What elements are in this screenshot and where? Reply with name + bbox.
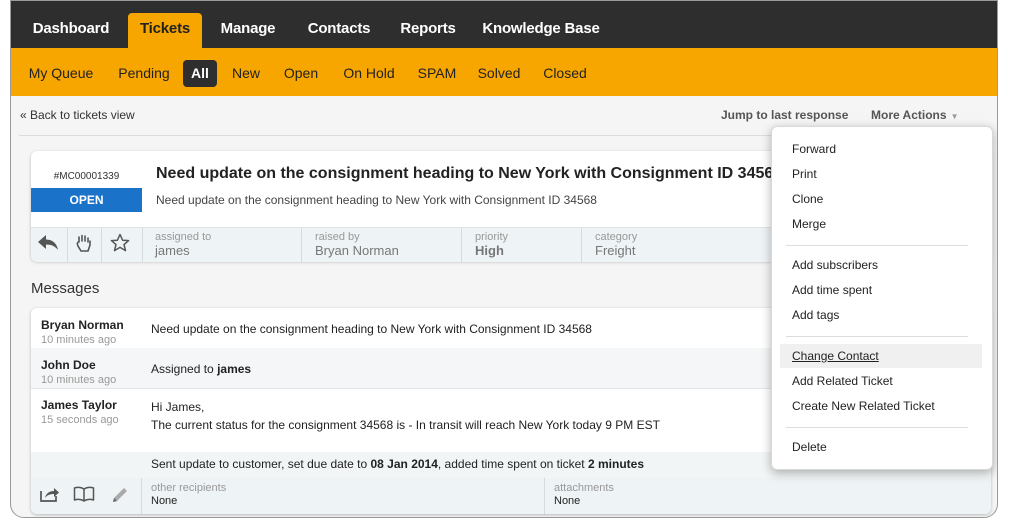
meta-separator xyxy=(581,228,582,262)
subnav-pending[interactable]: Pending xyxy=(111,60,177,87)
meta-separator xyxy=(301,228,302,262)
footer-separator xyxy=(544,478,545,514)
back-to-tickets-link[interactable]: « Back to tickets view xyxy=(20,108,135,122)
category-label: category xyxy=(595,231,638,243)
ticket-title: Need update on the consignment heading t… xyxy=(156,165,783,182)
more-actions-label: More Actions xyxy=(871,108,947,122)
app-window: Dashboard Tickets Manage Contacts Report… xyxy=(10,0,998,518)
nav-reports[interactable]: Reports xyxy=(391,13,465,48)
footer-separator xyxy=(141,478,142,514)
attachments-value: None xyxy=(554,495,581,507)
message-footer: other recipients None attachments None xyxy=(31,478,991,514)
reply-icon[interactable] xyxy=(35,233,61,257)
raised-by-value: Bryan Norman xyxy=(315,243,399,258)
nav-knowledge-base[interactable]: Knowledge Base xyxy=(477,13,605,48)
notice-prefix: Sent update to customer, set due date to xyxy=(151,457,368,471)
menu-separator xyxy=(786,427,968,428)
notice-duration: 2 minutes xyxy=(588,457,645,471)
menu-item-clone[interactable]: Clone xyxy=(780,187,982,211)
meta-separator xyxy=(67,228,68,262)
menu-item-add-tags[interactable]: Add tags xyxy=(780,303,982,327)
assigned-to-value: james xyxy=(155,243,190,258)
ticket-subtitle: Need update on the consignment heading t… xyxy=(156,193,597,207)
caret-down-icon: ▼ xyxy=(950,112,959,121)
other-recipients-value: None xyxy=(151,495,178,507)
status-badge: OPEN xyxy=(31,188,142,212)
message-body-line: Hi James, xyxy=(151,400,205,414)
raised-by-field: raised by Bryan Norman xyxy=(315,231,399,258)
ticket-id: #MC00001339 xyxy=(53,171,120,182)
share-icon[interactable] xyxy=(37,485,63,507)
message-author: James Taylor xyxy=(41,398,117,412)
top-nav: Dashboard Tickets Manage Contacts Report… xyxy=(11,1,997,48)
priority-label: priority xyxy=(475,231,509,243)
raised-by-label: raised by xyxy=(315,231,360,243)
message-time: 10 minutes ago xyxy=(41,334,117,346)
category-value: Freight xyxy=(595,243,636,258)
attachments-field[interactable]: attachments None xyxy=(554,482,614,508)
message-author: John Doe xyxy=(41,358,96,372)
pencil-icon[interactable] xyxy=(107,485,133,507)
message-assignee: james xyxy=(217,362,252,376)
message-body: Hi James, The current status for the con… xyxy=(151,398,660,434)
message-time: 10 minutes ago xyxy=(41,374,117,386)
other-recipients-field[interactable]: other recipients None xyxy=(151,482,226,508)
priority-field[interactable]: priority High xyxy=(475,231,508,258)
menu-item-print[interactable]: Print xyxy=(780,162,982,186)
message-author: Bryan Norman xyxy=(41,318,124,332)
assigned-to-label: assigned to xyxy=(155,231,212,243)
message-body-line: The current status for the consignment 3… xyxy=(151,418,660,432)
message-body: Need update on the consignment heading t… xyxy=(151,322,592,336)
nav-dashboard[interactable]: Dashboard xyxy=(23,13,119,48)
grab-hand-icon[interactable] xyxy=(71,233,97,257)
meta-separator xyxy=(142,228,143,262)
other-recipients-label: other recipients xyxy=(151,482,227,494)
menu-item-change-contact[interactable]: Change Contact xyxy=(780,344,982,368)
star-icon[interactable] xyxy=(107,233,133,257)
notice-middle: , added time spent on ticket xyxy=(437,457,585,471)
menu-item-add-time-spent[interactable]: Add time spent xyxy=(780,278,982,302)
nav-tickets[interactable]: Tickets xyxy=(128,13,202,48)
priority-value: High xyxy=(475,243,504,258)
nav-manage[interactable]: Manage xyxy=(211,13,285,48)
jump-to-last-response-link[interactable]: Jump to last response xyxy=(721,108,848,122)
subnav-my-queue[interactable]: My Queue xyxy=(23,60,99,87)
subnav-on-hold[interactable]: On Hold xyxy=(337,60,401,87)
assigned-to-field[interactable]: assigned to james xyxy=(155,231,211,258)
menu-item-add-related-ticket[interactable]: Add Related Ticket xyxy=(780,369,982,393)
attachments-label: attachments xyxy=(554,482,614,494)
message-body-prefix: Assigned to xyxy=(151,362,214,376)
nav-contacts[interactable]: Contacts xyxy=(299,13,379,48)
message-time: 15 seconds ago xyxy=(41,414,119,426)
book-icon[interactable] xyxy=(71,485,97,507)
menu-item-forward[interactable]: Forward xyxy=(780,137,982,161)
subnav-closed[interactable]: Closed xyxy=(537,60,593,87)
activity-notice-text: Sent update to customer, set due date to… xyxy=(151,457,644,471)
subnav-all[interactable]: All xyxy=(183,60,217,87)
subnav-solved[interactable]: Solved xyxy=(473,60,525,87)
menu-item-delete[interactable]: Delete xyxy=(780,435,982,459)
more-actions-button[interactable]: More Actions ▼ xyxy=(871,108,958,122)
sub-nav: My Queue Pending All New Open On Hold SP… xyxy=(11,48,997,96)
subnav-open[interactable]: Open xyxy=(277,60,325,87)
subnav-spam[interactable]: SPAM xyxy=(411,60,463,87)
meta-separator xyxy=(101,228,102,262)
messages-heading: Messages xyxy=(31,280,100,297)
message-body: Assigned to james xyxy=(151,360,251,378)
menu-separator xyxy=(786,245,968,246)
menu-separator xyxy=(786,336,968,337)
subnav-new[interactable]: New xyxy=(225,60,267,87)
more-actions-menu: Forward Print Clone Merge Add subscriber… xyxy=(771,126,993,470)
menu-item-add-subscribers[interactable]: Add subscribers xyxy=(780,253,982,277)
category-field[interactable]: category Freight xyxy=(595,231,637,258)
menu-item-create-new-related-ticket[interactable]: Create New Related Ticket xyxy=(780,394,982,418)
menu-item-merge[interactable]: Merge xyxy=(780,212,982,236)
notice-date: 08 Jan 2014 xyxy=(370,457,438,471)
meta-separator xyxy=(461,228,462,262)
